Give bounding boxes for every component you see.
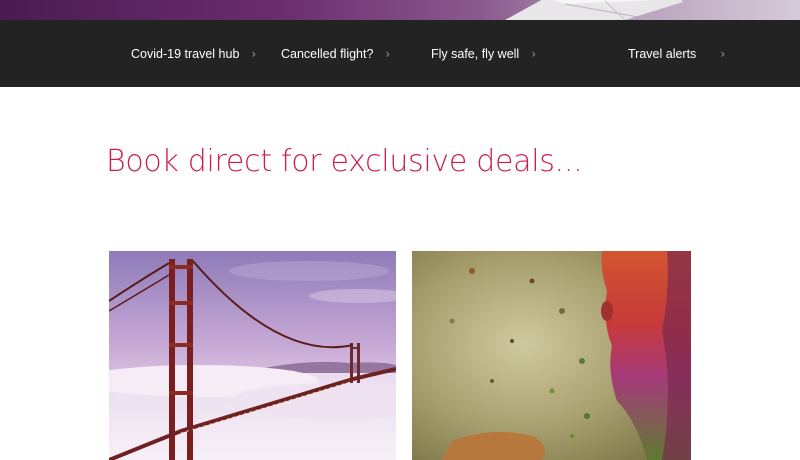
- nav-link-label: Covid-19 travel hub: [131, 47, 240, 61]
- nav-link-fly-safe[interactable]: Fly safe, fly well ›: [431, 46, 536, 62]
- nav-link-label: Cancelled flight?: [281, 47, 374, 61]
- hero-banner: [0, 0, 800, 20]
- nav-link-cancelled-flight[interactable]: Cancelled flight? ›: [281, 46, 390, 62]
- holi-festival-image: [412, 251, 691, 460]
- chevron-right-icon: ›: [251, 47, 257, 61]
- deal-card-india[interactable]: [412, 251, 691, 460]
- golden-gate-bridge-image: [109, 251, 396, 460]
- quick-links-nav: Covid-19 travel hub › Cancelled flight? …: [0, 20, 800, 87]
- page-headline: Book direct for exclusive deals...: [106, 144, 583, 179]
- chevron-right-icon: ›: [531, 47, 537, 61]
- nav-link-travel-alerts[interactable]: Travel alerts ›: [628, 46, 725, 62]
- airplane-image: [505, 0, 683, 20]
- nav-link-label: Travel alerts: [628, 47, 697, 61]
- deal-card-san-francisco[interactable]: [109, 251, 396, 460]
- nav-link-label: Fly safe, fly well: [431, 47, 520, 61]
- chevron-right-icon: ›: [385, 47, 391, 61]
- chevron-right-icon: ›: [720, 47, 726, 61]
- nav-link-covid-hub[interactable]: Covid-19 travel hub ›: [131, 46, 256, 62]
